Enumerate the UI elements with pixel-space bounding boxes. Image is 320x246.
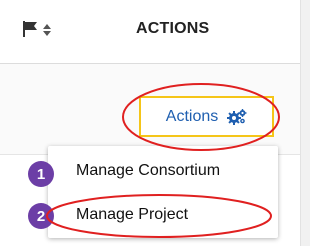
flag-icon[interactable] (22, 21, 38, 37)
actions-button-label: Actions (165, 107, 219, 125)
actions-column-header: ACTIONS (136, 20, 210, 37)
actions-dropdown-menu (48, 146, 278, 238)
menu-item-manage-project[interactable]: Manage Project (76, 206, 188, 224)
step-badge-2: 2 (28, 203, 54, 229)
sort-icon[interactable] (43, 24, 51, 36)
step-badge-1: 1 (28, 161, 54, 187)
actions-button[interactable]: Actions (139, 96, 274, 137)
gears-icon (227, 108, 247, 125)
vertical-scrollbar[interactable] (300, 0, 310, 246)
menu-item-manage-consortium[interactable]: Manage Consortium (76, 162, 220, 180)
